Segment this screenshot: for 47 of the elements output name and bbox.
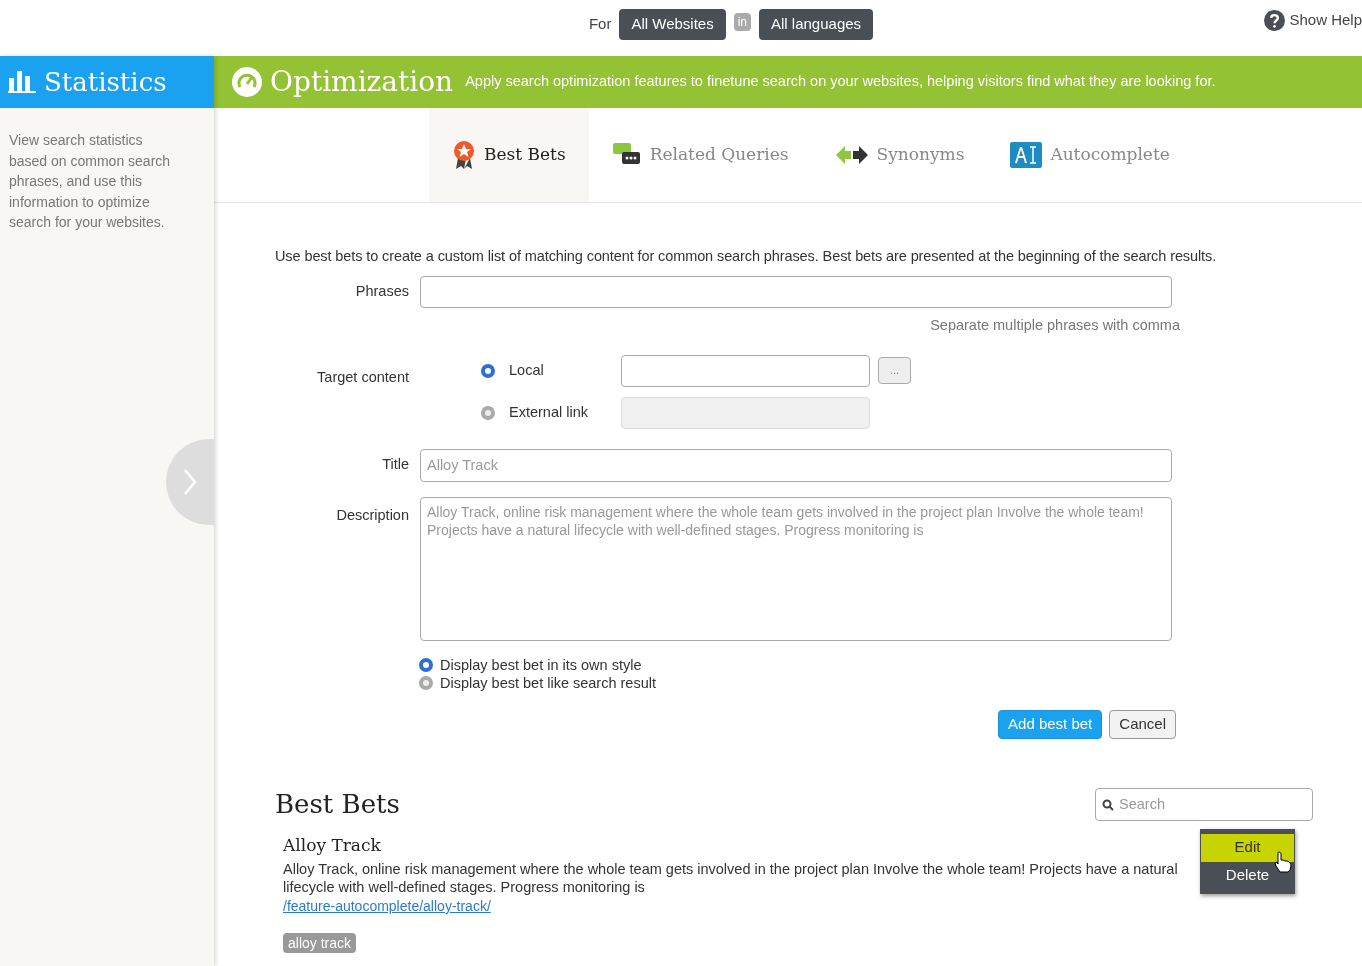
- in-label: in: [733, 13, 751, 31]
- display-option-label: Display best bet in its own style: [440, 655, 642, 674]
- award-ribbon-icon: [452, 140, 476, 170]
- bar-chart-icon: [8, 70, 36, 94]
- language-filter[interactable]: All languages: [759, 9, 874, 40]
- radio-button[interactable]: [481, 363, 495, 378]
- best-bets-heading: Best Bets: [275, 787, 400, 821]
- search-icon: [1102, 798, 1114, 811]
- best-bet-title: Alloy Track: [283, 833, 382, 857]
- phrases-label: Phrases: [354, 281, 410, 301]
- phrases-hint: Separate multiple phrases with comma: [930, 316, 1180, 333]
- description-label: Description: [335, 505, 410, 525]
- display-option-label: Display best bet like search result: [440, 673, 656, 692]
- gauge-icon: [232, 67, 262, 97]
- tab[interactable]: Autocomplete: [987, 108, 1193, 202]
- chevron-right-icon: [183, 468, 197, 496]
- title-label: Title: [381, 455, 410, 475]
- for-label: For: [588, 14, 612, 35]
- best-bet-description: Alloy Track, online risk management where the whole team gets involved in the project plan Involve the whole team! Projects have a natural lifecycle with well-defined stages. Progress monitoring is: [283, 860, 1179, 896]
- show-help-link[interactable]: Show Help: [1264, 9, 1362, 32]
- intro-text: Use best bets to create a custom list of matching content for common search phrases. Best bets are presented at the beginning of the search results.: [275, 247, 1218, 266]
- sidebar-description: View search statistics based on common search phrases, and use this information to optimize search for your websites.: [8, 131, 172, 232]
- description-field[interactable]: Alloy Track, online risk management where the whole team gets involved in the project plan Involve the whole team! Projects have a natural lifecycle with well-defined stages. Progress monitoring is: [420, 496, 1172, 641]
- radio-button[interactable]: [419, 675, 433, 690]
- page-title: Optimization: [270, 64, 454, 100]
- best-bet-url[interactable]: /feature-autocomplete/alloy-track/: [283, 896, 491, 917]
- title-field[interactable]: Alloy Track: [420, 448, 1172, 482]
- cancel-button[interactable]: Cancel: [1109, 709, 1176, 739]
- target-field[interactable]: [621, 354, 870, 387]
- tag: alloy track: [283, 933, 357, 953]
- tab[interactable]: Related Queries: [588, 108, 812, 202]
- help-icon: [1264, 9, 1286, 31]
- text-cursor-icon: [1010, 142, 1043, 168]
- search-field[interactable]: Search: [1095, 787, 1313, 821]
- target-option-label: Local: [508, 360, 545, 380]
- phrases-field[interactable]: [420, 275, 1172, 308]
- radio-button[interactable]: [419, 657, 433, 672]
- menu-item[interactable]: Edit: [1201, 833, 1294, 862]
- page-subtitle: Apply search optimization features to finetune search on your websites, helping visitors find what they are looking for.: [465, 72, 1216, 92]
- target-option-label: External link: [508, 402, 589, 422]
- menu-item[interactable]: Delete: [1200, 861, 1295, 890]
- target-content-label: Target content: [316, 367, 410, 387]
- double-arrow-icon: [834, 144, 869, 166]
- website-filter[interactable]: All Websites: [619, 9, 726, 40]
- hand-cursor-icon: [1274, 850, 1292, 873]
- tab[interactable]: Best Bets: [429, 108, 589, 202]
- tab[interactable]: Synonyms: [811, 108, 988, 202]
